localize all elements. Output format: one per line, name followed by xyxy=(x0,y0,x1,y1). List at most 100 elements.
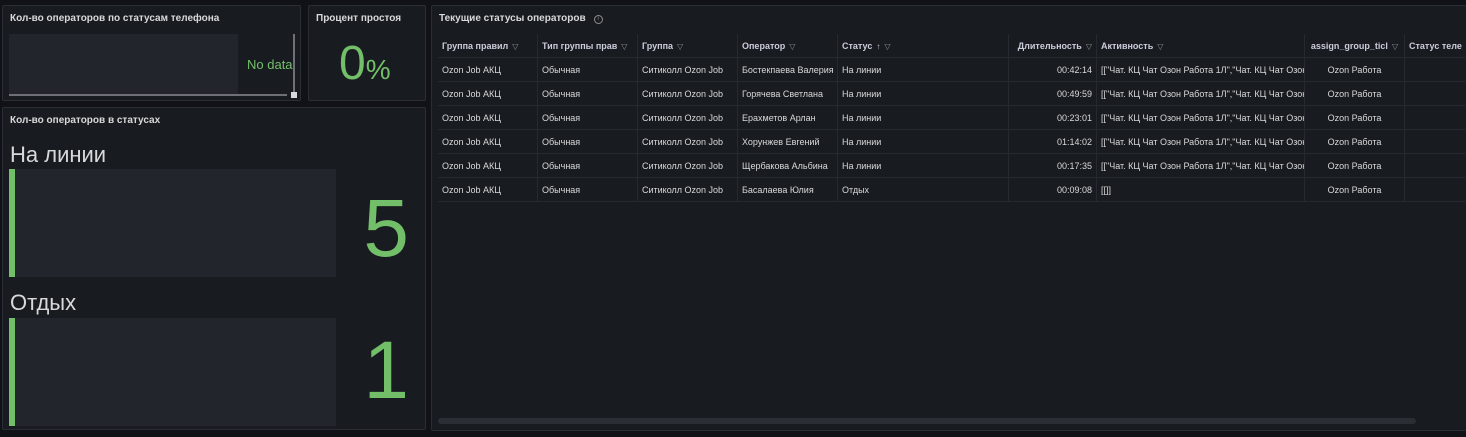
cell-assign-group: Ozon Работа xyxy=(1305,58,1405,81)
column-header-label: Группа правил xyxy=(442,41,509,51)
column-header-operator[interactable]: Оператор ▽ xyxy=(738,34,838,57)
cell-duration: 00:23:01 xyxy=(1009,106,1097,129)
panel-title[interactable]: Процент простоя xyxy=(316,13,401,24)
status-label-rest: Отдых xyxy=(10,290,77,315)
column-header-group[interactable]: Группа ▽ xyxy=(638,34,738,57)
cell-operator: Хорунжев Евгений xyxy=(738,130,838,153)
column-header-duration[interactable]: Длительность ▽ xyxy=(1009,34,1097,57)
cell-phone-status xyxy=(1405,178,1465,201)
no-data-label: No data xyxy=(247,57,293,72)
column-header-label: Тип группы прав xyxy=(542,41,618,51)
table-horizontal-scrollbar[interactable] xyxy=(438,418,1416,424)
cell-duration: 00:09:08 xyxy=(1009,178,1097,201)
cell-phone-status xyxy=(1405,82,1465,105)
column-header-assign-group[interactable]: assign_group_ticl ▽ xyxy=(1305,34,1405,57)
cell-activity: [["Чат. КЦ Чат Озон Работа 1Л","Чат. КЦ … xyxy=(1097,106,1305,129)
cell-operator: Горячева Светлана xyxy=(738,82,838,105)
panel-title[interactable]: Кол-во операторов в статусах xyxy=(10,115,160,126)
cell-duration: 00:17:35 xyxy=(1009,154,1097,177)
cell-activity: [["Чат. КЦ Чат Озон Работа 1Л","Чат. КЦ … xyxy=(1097,82,1305,105)
chart-area xyxy=(9,34,238,94)
panel-title[interactable]: Кол-во операторов по статусам телефона xyxy=(10,13,219,24)
column-header-label: Группа xyxy=(642,41,674,51)
column-header-label: Длительность xyxy=(1017,41,1082,51)
column-header-label: Оператор xyxy=(742,41,786,51)
filter-icon[interactable]: ▽ xyxy=(677,35,683,57)
cell-group: Ситиколл Ozon Job xyxy=(638,106,738,129)
cell-phone-status xyxy=(1405,130,1465,153)
cell-operator: Басалаева Юлия xyxy=(738,178,838,201)
cell-group: Ситиколл Ozon Job xyxy=(638,178,738,201)
idle-percent-number: 0 xyxy=(339,37,366,90)
column-header-activity[interactable]: Активность ▽ xyxy=(1097,34,1305,57)
table-row[interactable]: Ozon Job АКЦ Обычная Ситиколл Ozon Job Бост… xyxy=(438,58,1465,82)
table-body: Ozon Job АКЦ Обычная Ситиколл Ozon Job Бост… xyxy=(438,58,1465,202)
horizontal-scrollbar[interactable] xyxy=(9,94,287,96)
cell-rule-group: Ozon Job АКЦ xyxy=(438,130,538,153)
cell-rule-group: Ozon Job АКЦ xyxy=(438,106,538,129)
cell-operator: Ерахметов Арлан xyxy=(738,106,838,129)
cell-group-type: Обычная xyxy=(538,178,638,201)
column-header-phone-status[interactable]: Статус теле xyxy=(1405,34,1465,57)
cell-rule-group: Ozon Job АКЦ xyxy=(438,82,538,105)
cell-group-type: Обычная xyxy=(538,130,638,153)
column-header-group-type[interactable]: Тип группы прав ▽ xyxy=(538,34,638,57)
cell-activity: [[]] xyxy=(1097,178,1305,201)
cell-duration: 00:42:14 xyxy=(1009,58,1097,81)
status-value-rest: 1 xyxy=(363,325,409,416)
table-row[interactable]: Ozon Job АКЦ Обычная Ситиколл Ozon Job Щерб… xyxy=(438,154,1465,178)
column-header-label: Статус теле xyxy=(1409,41,1462,51)
cell-group-type: Обычная xyxy=(538,154,638,177)
vertical-scrollbar[interactable] xyxy=(293,34,295,94)
cell-status: На линии xyxy=(838,106,1009,129)
status-value-online: 5 xyxy=(363,183,409,274)
column-header-rule-group[interactable]: Группа правил ▽ xyxy=(438,34,538,57)
idle-percent-unit: % xyxy=(365,54,391,85)
cell-phone-status xyxy=(1405,58,1465,81)
info-icon[interactable]: i xyxy=(593,15,603,24)
cell-status: На линии xyxy=(838,82,1009,105)
panel-title-text: Текущие статусы операторов xyxy=(439,13,586,24)
cell-status: На линии xyxy=(838,130,1009,153)
cell-group-type: Обычная xyxy=(538,106,638,129)
phone-status-panel: Кол-во операторов по статусам телефона N… xyxy=(2,5,301,101)
cell-duration: 00:49:59 xyxy=(1009,82,1097,105)
cell-assign-group: Ozon Работа xyxy=(1305,130,1405,153)
table-row[interactable]: Ozon Job АКЦ Обычная Ситиколл Ozon Job Хору… xyxy=(438,130,1465,154)
panel-title[interactable]: Текущие статусы операторов i xyxy=(439,13,603,24)
column-header-label: assign_group_ticl xyxy=(1310,41,1388,51)
filter-icon[interactable]: ▽ xyxy=(1392,35,1398,57)
column-header-label: Активность xyxy=(1101,41,1154,51)
table-header-row: Группа правил ▽ Тип группы прав ▽ Группа ▽ … xyxy=(438,34,1465,58)
cell-assign-group: Ozon Работа xyxy=(1305,82,1405,105)
resize-handle[interactable] xyxy=(291,92,297,98)
filter-icon[interactable]: ▽ xyxy=(621,35,627,57)
cell-assign-group: Ozon Работа xyxy=(1305,106,1405,129)
filter-icon[interactable]: ▽ xyxy=(1086,35,1092,57)
cell-operator: Бостекпаева Валерия xyxy=(738,58,838,81)
status-bar-online xyxy=(9,169,336,277)
filter-icon[interactable]: ▽ xyxy=(512,35,518,57)
table-row[interactable]: Ozon Job АКЦ Обычная Ситиколл Ozon Job Баса… xyxy=(438,178,1465,202)
column-header-status[interactable]: Статус ↑ ▽ xyxy=(838,34,1009,57)
column-header-label: Статус xyxy=(842,41,873,51)
cell-activity: [["Чат. КЦ Чат Озон Работа 1Л","Чат. КЦ … xyxy=(1097,130,1305,153)
sort-asc-icon[interactable]: ↑ xyxy=(876,35,880,57)
status-bar-rest xyxy=(9,318,336,426)
cell-status: Отдых xyxy=(838,178,1009,201)
cell-activity: [["Чат. КЦ Чат Озон Работа 1Л","Чат. КЦ … xyxy=(1097,58,1305,81)
cell-group-type: Обычная xyxy=(538,58,638,81)
current-statuses-panel: Текущие статусы операторов i Группа прави… xyxy=(431,5,1466,431)
cell-operator: Щербакова Альбина xyxy=(738,154,838,177)
idle-percent-value: 0% xyxy=(339,40,391,94)
cell-assign-group: Ozon Работа xyxy=(1305,154,1405,177)
idle-percent-panel: Процент простоя 0% xyxy=(308,5,426,101)
table-row[interactable]: Ozon Job АКЦ Обычная Ситиколл Ozon Job Горя… xyxy=(438,82,1465,106)
status-bar-fill-rest xyxy=(9,318,15,426)
filter-icon[interactable]: ▽ xyxy=(1157,35,1163,57)
cell-status: На линии xyxy=(838,58,1009,81)
table-row[interactable]: Ozon Job АКЦ Обычная Ситиколл Ozon Job Ерах… xyxy=(438,106,1465,130)
filter-icon[interactable]: ▽ xyxy=(789,35,795,57)
cell-rule-group: Ozon Job АКЦ xyxy=(438,58,538,81)
filter-icon[interactable]: ▽ xyxy=(884,35,890,57)
